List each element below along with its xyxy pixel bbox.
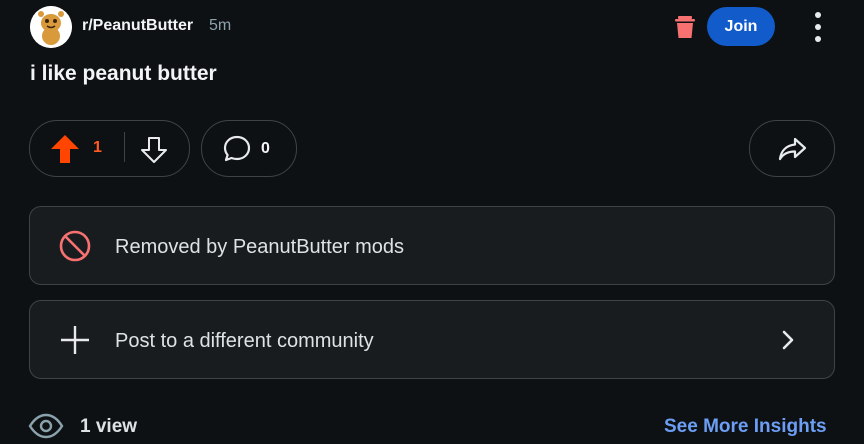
more-options-button[interactable] (806, 9, 830, 45)
subreddit-name[interactable]: r/PeanutButter (82, 17, 193, 35)
post-timestamp: 5m (209, 17, 232, 34)
see-more-insights-link[interactable]: See More Insights (664, 416, 827, 438)
ban-icon (59, 230, 91, 262)
eye-icon-wrap (28, 413, 64, 439)
vertical-dots-icon (815, 12, 821, 18)
chevron-right-icon (782, 330, 794, 350)
plus-icon (61, 326, 89, 354)
plus-icon-wrap (59, 324, 91, 356)
comment-icon-wrap (222, 134, 252, 164)
post-title[interactable]: i like peanut butter (30, 62, 217, 86)
crosspost-text[interactable]: Post to a different community (115, 330, 374, 353)
downvote-button[interactable] (139, 135, 169, 165)
delete-button[interactable] (674, 14, 696, 40)
chevron-wrap (778, 328, 798, 352)
removed-notice-text: Removed by PeanutButter mods (115, 236, 405, 258)
eye-icon (28, 413, 64, 439)
join-button[interactable]: Join (707, 7, 775, 46)
downvote-arrow-icon (141, 137, 167, 163)
share-arrow-icon (778, 137, 807, 161)
comment-count: 0 (261, 140, 270, 157)
view-count: 1 view (80, 416, 138, 437)
vote-score: 1 (93, 139, 102, 156)
upvote-arrow-icon (51, 135, 79, 163)
trash-icon (675, 16, 695, 38)
peanut-mascot-icon (30, 6, 72, 48)
share-icon-wrap (777, 136, 807, 162)
upvote-button[interactable] (49, 134, 81, 164)
subreddit-avatar[interactable] (30, 6, 72, 48)
vote-divider (124, 132, 125, 162)
removed-icon-wrap (58, 229, 92, 263)
comment-bubble-icon (223, 135, 251, 162)
